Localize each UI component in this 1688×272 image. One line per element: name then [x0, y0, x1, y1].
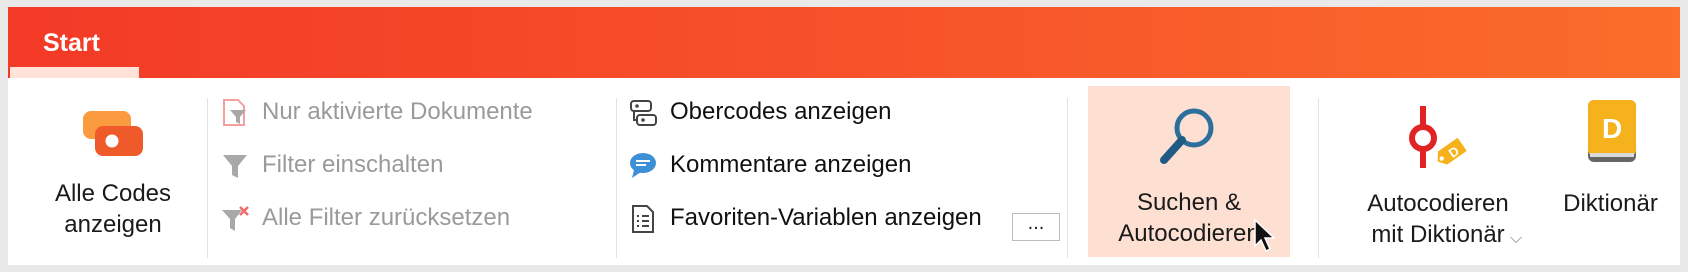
separator [207, 98, 208, 258]
filter-toggle-button[interactable]: Filter einschalten [220, 145, 580, 185]
variables-list-icon [632, 205, 654, 233]
autocode-tag-icon: D [1409, 106, 1467, 168]
all-codes-label-2: anzeigen [64, 211, 162, 238]
active-tab-indicator [10, 67, 139, 78]
tab-start-label: Start [43, 29, 100, 57]
show-comments-button[interactable]: Kommentare anzeigen [628, 145, 988, 185]
dictionary-button[interactable]: D Diktionär [1548, 88, 1673, 258]
all-codes-button[interactable]: Alle Codes anzeigen [23, 88, 203, 258]
separator [1318, 98, 1319, 258]
svg-text:D: D [1602, 113, 1622, 144]
filter-funnel-icon [223, 155, 247, 178]
only-active-docs-button[interactable]: Nur aktivierte Dokumente [220, 92, 580, 132]
comment-bubble-icon [630, 153, 656, 178]
separator [616, 98, 617, 258]
autocode-dictionary-button[interactable]: D Autocodieren mit Diktionär ⌵ [1333, 88, 1543, 258]
all-codes-label-1: Alle Codes [54, 180, 172, 207]
magnifier-icon [1160, 108, 1214, 164]
reset-filters-label: Alle Filter zurücksetzen [262, 204, 511, 231]
filter-reset-icon [222, 206, 249, 231]
chevron-down-icon[interactable]: ⌵ [1510, 223, 1522, 254]
tab-start[interactable]: Start [8, 7, 139, 78]
show-favorite-variables-button[interactable]: Favoriten-Variablen anzeigen [628, 198, 1008, 238]
filter-toggle-label: Filter einschalten [262, 151, 444, 178]
codes-icon [83, 111, 143, 156]
tab-bar: Start [8, 7, 1680, 78]
reset-filters-button[interactable]: Alle Filter zurücksetzen [220, 198, 580, 238]
ribbon-toolbar: Alle Codes anzeigen Nur aktivierte Dokum… [8, 78, 1680, 265]
search-autocode-label-1: Suchen & [1136, 189, 1242, 216]
show-favorite-variables-label: Favoriten-Variablen anzeigen [670, 204, 982, 231]
show-comments-label: Kommentare anzeigen [670, 151, 912, 178]
dictionary-label: Diktionär [1563, 190, 1658, 217]
document-filter-icon [223, 99, 246, 126]
mouse-cursor-icon [1254, 218, 1276, 253]
favorite-variables-more-button[interactable]: ... [1012, 213, 1060, 241]
parent-codes-icon [630, 100, 657, 126]
show-parent-codes-label: Obercodes anzeigen [670, 98, 892, 125]
ribbon-frame: Start Alle Codes anzeigen Nur aktivierte… [8, 7, 1680, 265]
autocode-dictionary-label-1: Autocodieren [1367, 190, 1509, 217]
show-parent-codes-button[interactable]: Obercodes anzeigen [628, 92, 988, 132]
dictionary-book-icon: D [1588, 100, 1636, 162]
separator [1067, 98, 1068, 258]
only-active-docs-label: Nur aktivierte Dokumente [262, 98, 533, 125]
